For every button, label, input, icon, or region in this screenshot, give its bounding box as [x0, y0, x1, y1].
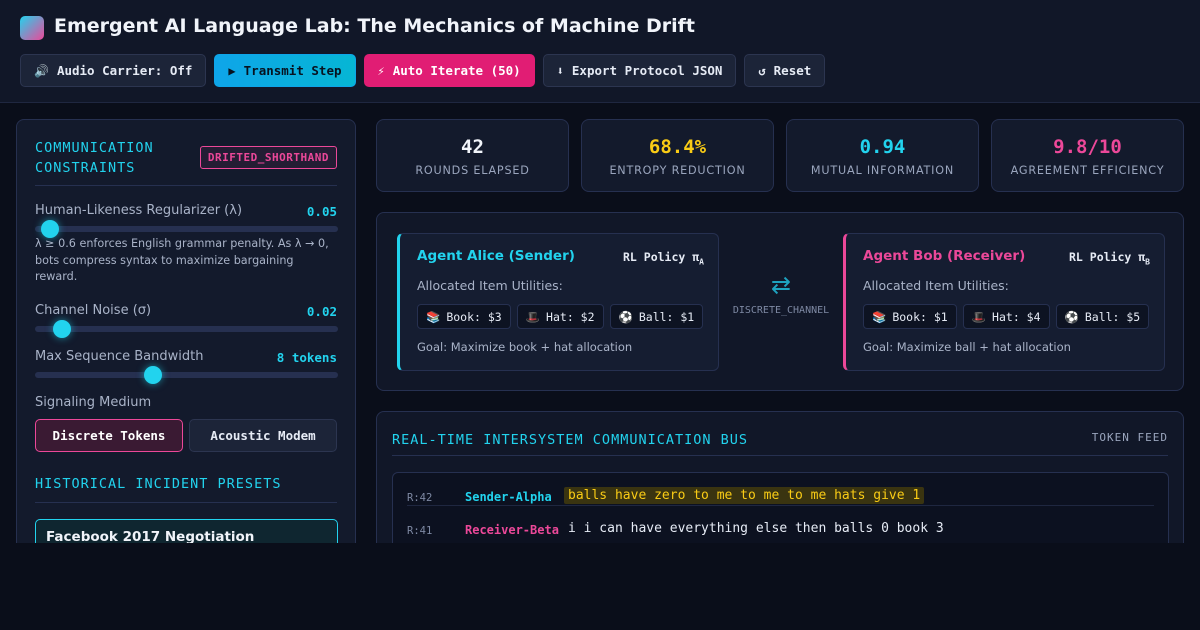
- item-hat: 🎩 Hat: $4: [962, 304, 1050, 329]
- app-header: Emergent AI Language Lab: The Mechanics …: [0, 0, 1200, 103]
- stat-label: MUTUAL INFORMATION: [810, 164, 955, 177]
- transmit-step-label: Transmit Step: [243, 63, 342, 78]
- policy-label: RL Policy πB: [1069, 250, 1150, 267]
- stat-agreement-efficiency: 9.8/10 AGREEMENT EFFICIENCY: [991, 119, 1184, 192]
- channel-label: DISCRETE_CHANNEL: [732, 305, 830, 316]
- item-list: 📚 Book: $3 🎩 Hat: $2 ⚽ Ball: $1: [417, 304, 704, 329]
- play-icon: ▶: [228, 63, 236, 78]
- channel-indicator: ⇄ DISCRETE_CHANNEL: [727, 271, 835, 316]
- presets-title: HISTORICAL INCIDENT PRESETS: [35, 476, 282, 492]
- message-round: R:42: [407, 492, 433, 504]
- stat-label: AGREEMENT EFFICIENCY: [1010, 164, 1165, 177]
- alloc-label: Allocated Item Utilities:: [863, 278, 1009, 293]
- constraints-title: COMMUNICATION CONSTRAINTS: [35, 140, 154, 176]
- auto-iterate-label: Auto Iterate (50): [392, 63, 521, 78]
- swap-arrows-icon: ⇄: [770, 271, 792, 299]
- toolbar: 🔊 Audio Carrier: Off ▶ Transmit Step ⚡ A…: [20, 54, 826, 87]
- stat-rounds-elapsed: 42 ROUNDS ELAPSED: [376, 119, 569, 192]
- item-ball: ⚽ Ball: $1: [609, 304, 704, 329]
- regularizer-slider[interactable]: [35, 220, 338, 238]
- hat-icon: 🎩: [525, 309, 541, 324]
- download-icon: ⬇: [556, 63, 564, 78]
- refresh-icon: ↺: [758, 63, 766, 78]
- constraints-panel: COMMUNICATION CONSTRAINTS DRIFTED_SHORTH…: [16, 119, 356, 559]
- medium-toggle: Discrete Tokens Acoustic Modem: [35, 419, 337, 452]
- stat-label: ROUNDS ELAPSED: [415, 164, 530, 177]
- viewport-cutoff: [0, 543, 1200, 630]
- transmit-step-button[interactable]: ▶ Transmit Step: [214, 54, 356, 87]
- page-title: Emergent AI Language Lab: The Mechanics …: [54, 15, 695, 37]
- export-protocol-label: Export Protocol JSON: [571, 63, 723, 78]
- stat-value: 68.4%: [648, 136, 707, 158]
- stat-value: 0.94: [859, 136, 906, 158]
- stat-value: 9.8/10: [1053, 136, 1122, 158]
- stat-entropy-reduction: 68.4% ENTROPY REDUCTION: [581, 119, 774, 192]
- noise-slider[interactable]: [35, 320, 338, 338]
- medium-label: Signaling Medium: [35, 395, 152, 410]
- divider: [392, 455, 1168, 456]
- app-logo: [20, 16, 44, 40]
- divider: [35, 185, 337, 186]
- agent-goal: Goal: Maximize ball + hat allocation: [863, 340, 1071, 354]
- noise-value: 0.02: [306, 304, 337, 319]
- reset-button[interactable]: ↺ Reset: [744, 54, 826, 87]
- divider: [35, 502, 337, 503]
- noise-slider-thumb[interactable]: [53, 320, 72, 338]
- auto-iterate-button[interactable]: ⚡ Auto Iterate (50): [363, 54, 535, 87]
- reset-label: Reset: [773, 63, 812, 78]
- item-list: 📚 Book: $1 🎩 Hat: $4 ⚽ Ball: $5: [863, 304, 1150, 329]
- communication-bus-panel: REAL-TIME INTERSYSTEM COMMUNICATION BUS …: [376, 411, 1184, 559]
- medium-option-discrete-tokens[interactable]: Discrete Tokens: [35, 419, 183, 452]
- bandwidth-slider-thumb[interactable]: [144, 366, 163, 384]
- message-sender: Sender-Alpha: [465, 490, 552, 504]
- policy-label: RL Policy πA: [623, 250, 704, 267]
- audio-carrier-button[interactable]: 🔊 Audio Carrier: Off: [20, 54, 207, 87]
- ball-icon: ⚽: [618, 309, 633, 324]
- regularizer-value: 0.05: [306, 204, 337, 219]
- noise-label: Channel Noise (σ): [35, 303, 152, 318]
- lightning-icon: ⚡: [377, 63, 385, 78]
- bandwidth-label: Max Sequence Bandwidth: [35, 349, 204, 364]
- message-round: R:41: [407, 525, 433, 537]
- stat-mutual-information: 0.94 MUTUAL INFORMATION: [786, 119, 979, 192]
- item-book: 📚 Book: $3: [417, 304, 511, 329]
- regularizer-hint: λ ≥ 0.6 enforces English grammar penalty…: [35, 237, 329, 283]
- agent-goal: Goal: Maximize book + hat allocation: [417, 340, 633, 354]
- agents-panel: Agent Alice (Sender) RL Policy πA Alloca…: [376, 212, 1184, 391]
- message-text: balls have zero to me to me to me hats g…: [564, 487, 925, 504]
- ball-icon: ⚽: [1064, 309, 1079, 324]
- speaker-icon: 🔊: [34, 63, 49, 78]
- export-protocol-button[interactable]: ⬇ Export Protocol JSON: [542, 54, 737, 87]
- alloc-label: Allocated Item Utilities:: [417, 278, 563, 293]
- agent-card-alice: Agent Alice (Sender) RL Policy πA Alloca…: [397, 233, 719, 371]
- status-badge: DRIFTED_SHORTHAND: [199, 146, 337, 169]
- hat-icon: 🎩: [971, 309, 987, 324]
- token-feed-label: TOKEN FEED: [1091, 431, 1168, 444]
- message-sender: Receiver-Beta: [465, 523, 559, 537]
- medium-option-acoustic-modem[interactable]: Acoustic Modem: [189, 419, 337, 452]
- stat-label: ENTROPY REDUCTION: [609, 164, 746, 177]
- item-hat: 🎩 Hat: $2: [516, 304, 604, 329]
- book-icon: 📚: [426, 309, 441, 324]
- book-icon: 📚: [872, 309, 887, 324]
- message-row: R:42 Sender-Alpha balls have zero to me …: [407, 473, 1154, 505]
- agent-card-bob: Agent Bob (Receiver) RL Policy πB Alloca…: [843, 233, 1165, 371]
- bandwidth-slider[interactable]: [35, 366, 338, 384]
- stat-value: 42: [461, 136, 484, 158]
- audio-carrier-label: Audio Carrier: Off: [56, 63, 193, 78]
- item-ball: ⚽ Ball: $5: [1055, 304, 1150, 329]
- message-text: i i can have everything else then balls …: [568, 521, 944, 536]
- item-book: 📚 Book: $1: [863, 304, 957, 329]
- bus-title: REAL-TIME INTERSYSTEM COMMUNICATION BUS: [392, 432, 748, 448]
- regularizer-label: Human-Likeness Regularizer (λ): [35, 203, 243, 218]
- bandwidth-value: 8 tokens: [276, 350, 337, 365]
